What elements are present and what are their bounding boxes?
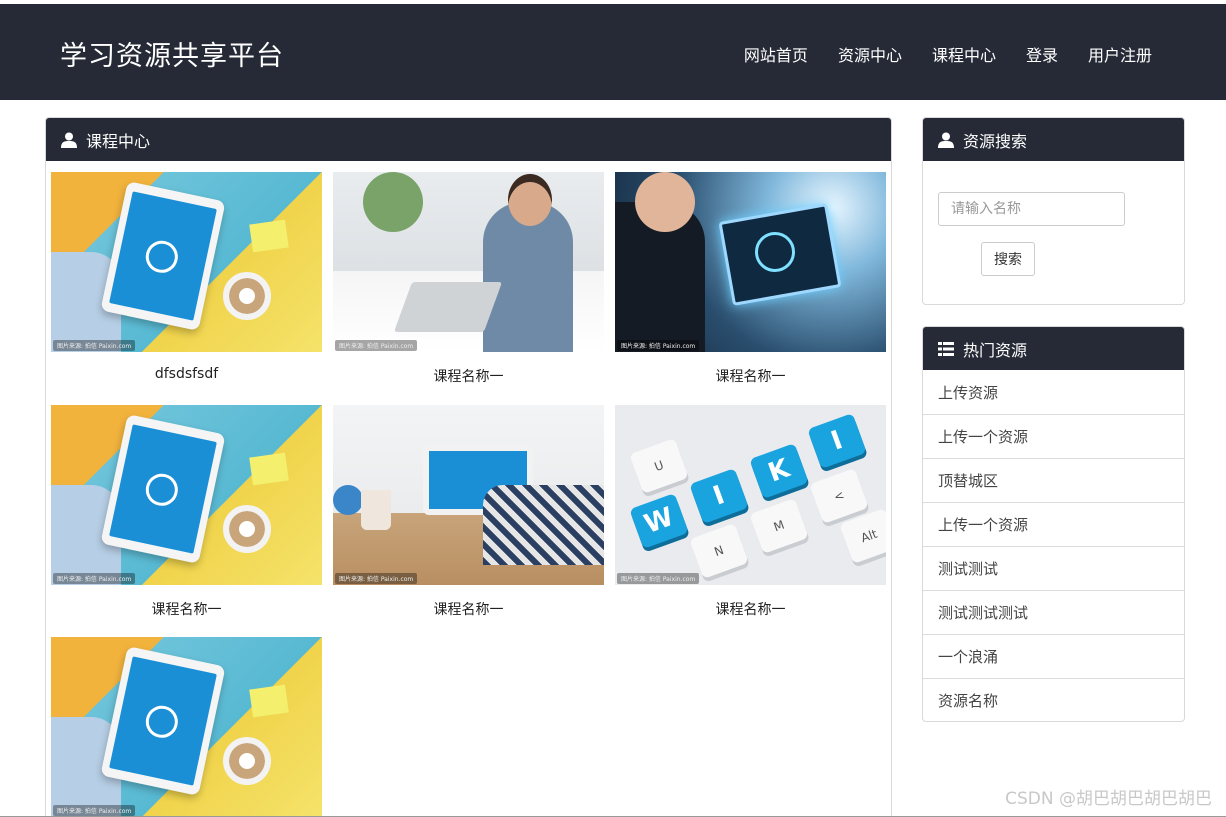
list-item[interactable]: 顶替城区 [923, 458, 1184, 502]
course-thumbnail[interactable]: U < W I K I N M Alt 图片来源: 拍信 Paixin.com [615, 405, 886, 585]
course-title[interactable]: dfsdsfsdf [51, 366, 322, 382]
nav-login[interactable]: 登录 [1026, 42, 1058, 66]
course-card[interactable]: 图片来源: 拍信 Paixin.com 课程名称一 [51, 405, 322, 619]
list-item[interactable]: 一个浪涌 [923, 634, 1184, 678]
course-card[interactable]: 图片来源: 拍信 Paixin.com 课程名称一 [333, 172, 604, 386]
course-card[interactable]: 图片来源: 拍信 Paixin.com 课程名称一 [615, 172, 886, 386]
list-item[interactable]: 上传一个资源 [923, 502, 1184, 546]
hot-resources-panel: 热门资源 上传资源 上传一个资源 顶替城区 上传一个资源 测试测试 测试测试测试… [922, 326, 1185, 722]
list-item[interactable]: 上传资源 [923, 370, 1184, 414]
search-form [923, 161, 1184, 226]
nav-resources[interactable]: 资源中心 [838, 42, 902, 66]
search-button[interactable]: 搜索 [981, 242, 1035, 276]
course-title[interactable]: 课程名称一 [333, 366, 604, 386]
course-title[interactable]: 课程名称一 [615, 366, 886, 386]
nav-register[interactable]: 用户注册 [1088, 42, 1152, 66]
user-icon [937, 131, 955, 149]
course-title[interactable]: 课程名称一 [51, 599, 322, 619]
course-thumbnail[interactable]: 图片来源: 拍信 Paixin.com [333, 405, 604, 585]
user-icon [60, 131, 78, 149]
course-center-panel: 课程中心 图片来源: 拍信 Paixin.com dfsdsfsdf 图片来源:… [45, 117, 892, 817]
nav-home[interactable]: 网站首页 [744, 42, 808, 66]
resource-search-header: 资源搜索 [923, 118, 1184, 161]
course-title[interactable]: 课程名称一 [333, 599, 604, 619]
course-card[interactable]: U < W I K I N M Alt 图片来源: 拍信 Paixin.com … [615, 405, 886, 619]
hot-resources-list: 上传资源 上传一个资源 顶替城区 上传一个资源 测试测试 测试测试测试 一个浪涌… [923, 370, 1184, 721]
course-title[interactable]: 课程名称一 [615, 599, 886, 619]
list-item[interactable]: 上传一个资源 [923, 414, 1184, 458]
resource-search-title: 资源搜索 [963, 131, 1028, 151]
site-brand[interactable]: 学习资源共享平台 [60, 34, 284, 73]
main-nav: 网站首页 资源中心 课程中心 登录 用户注册 [744, 42, 1152, 66]
course-card[interactable]: 图片来源: 拍信 Paixin.com dfsdsfsdf [51, 172, 322, 382]
top-navbar: 学习资源共享平台 网站首页 资源中心 课程中心 登录 用户注册 [0, 4, 1226, 100]
list-item[interactable]: 测试测试测试 [923, 590, 1184, 634]
resource-search-panel: 资源搜索 搜索 [922, 117, 1185, 305]
course-thumbnail[interactable]: 图片来源: 拍信 Paixin.com [615, 172, 886, 352]
course-thumbnail[interactable]: 图片来源: 拍信 Paixin.com [51, 405, 322, 585]
course-center-title: 课程中心 [86, 131, 151, 151]
csdn-watermark: CSDN @胡巴胡巴胡巴胡巴 [1005, 789, 1212, 809]
search-input[interactable] [938, 192, 1125, 226]
course-thumbnail[interactable]: 图片来源: 拍信 Paixin.com [51, 637, 322, 817]
course-thumbnail[interactable]: 图片来源: 拍信 Paixin.com [333, 172, 604, 352]
course-thumbnail[interactable]: 图片来源: 拍信 Paixin.com [51, 172, 322, 352]
list-icon [937, 340, 955, 358]
course-card[interactable]: 图片来源: 拍信 Paixin.com [51, 637, 322, 817]
nav-courses[interactable]: 课程中心 [932, 42, 996, 66]
hot-resources-header: 热门资源 [923, 327, 1184, 370]
course-card[interactable]: 图片来源: 拍信 Paixin.com 课程名称一 [333, 405, 604, 619]
course-center-header: 课程中心 [46, 118, 891, 161]
list-item[interactable]: 资源名称 [923, 678, 1184, 721]
list-item[interactable]: 测试测试 [923, 546, 1184, 590]
hot-resources-title: 热门资源 [963, 340, 1028, 360]
